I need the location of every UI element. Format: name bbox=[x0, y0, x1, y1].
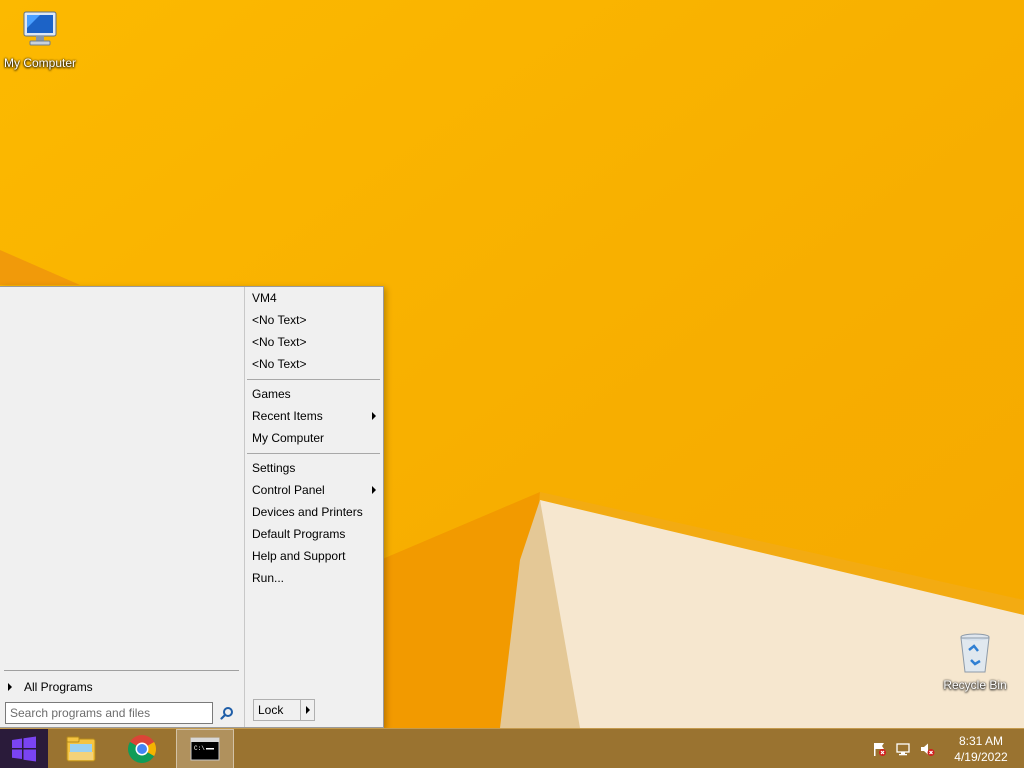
chrome-icon bbox=[128, 735, 156, 763]
search-input[interactable] bbox=[5, 702, 214, 724]
taskbar-clock[interactable]: 8:31 AM 4/19/2022 bbox=[946, 733, 1016, 765]
action-center-flag-icon bbox=[874, 743, 886, 756]
desktop-icon-label: My Computer bbox=[3, 56, 77, 70]
taskbar-command-prompt[interactable]: C:\ bbox=[176, 729, 234, 768]
menu-item-label: Settings bbox=[252, 461, 296, 475]
action-center-button[interactable] bbox=[870, 740, 888, 758]
clock-date: 4/19/2022 bbox=[954, 750, 1008, 764]
start-item-no-text-1[interactable]: <No Text> bbox=[247, 309, 380, 331]
command-prompt-icon: C:\ bbox=[190, 737, 220, 761]
menu-item-label: Control Panel bbox=[252, 483, 325, 497]
start-item-settings[interactable]: Settings bbox=[247, 457, 380, 479]
taskbar-chrome[interactable] bbox=[118, 729, 166, 768]
chevron-right-icon bbox=[8, 683, 12, 691]
divider bbox=[247, 453, 380, 454]
start-item-default-programs[interactable]: Default Programs bbox=[247, 523, 380, 545]
start-item-no-text-2[interactable]: <No Text> bbox=[247, 331, 380, 353]
volume-button[interactable] bbox=[918, 740, 936, 758]
volume-muted-icon bbox=[921, 743, 935, 756]
taskbar: C:\ 8:31 AM 4/19/2022 bbox=[0, 728, 1024, 768]
taskbar-file-explorer[interactable] bbox=[57, 729, 105, 768]
divider bbox=[4, 670, 239, 671]
all-programs-item[interactable]: All Programs bbox=[4, 676, 239, 698]
chevron-right-icon bbox=[305, 706, 310, 714]
lock-split-button: Lock bbox=[253, 699, 315, 721]
network-icon bbox=[896, 743, 910, 756]
submenu-arrow-icon bbox=[372, 412, 376, 420]
my-computer-icon bbox=[23, 11, 57, 46]
lock-button[interactable]: Lock bbox=[254, 700, 300, 720]
system-tray bbox=[870, 729, 936, 768]
network-button[interactable] bbox=[894, 740, 912, 758]
start-search bbox=[5, 702, 237, 724]
search-icon bbox=[220, 707, 234, 720]
menu-item-label: VM4 bbox=[252, 291, 277, 305]
start-icon bbox=[12, 736, 36, 762]
search-button[interactable] bbox=[217, 703, 237, 723]
start-item-control-panel[interactable]: Control Panel bbox=[247, 479, 380, 501]
start-menu-programs-pane: All Programs bbox=[0, 287, 244, 727]
recycle-bin-icon bbox=[960, 633, 990, 673]
menu-item-label: Devices and Printers bbox=[252, 505, 363, 519]
menu-item-label: Games bbox=[252, 387, 291, 401]
start-item-no-text-3[interactable]: <No Text> bbox=[247, 353, 380, 375]
menu-item-label: <No Text> bbox=[252, 335, 307, 349]
desktop-icon-my-computer[interactable]: My Computer bbox=[0, 6, 80, 70]
start-item-run[interactable]: Run... bbox=[247, 567, 380, 589]
start-item-help-and-support[interactable]: Help and Support bbox=[247, 545, 380, 567]
menu-item-label: My Computer bbox=[252, 431, 325, 445]
power-options-button[interactable] bbox=[300, 700, 314, 720]
menu-item-label: Recent Items bbox=[252, 409, 323, 423]
menu-item-label: <No Text> bbox=[252, 313, 307, 327]
menu-item-label: Run... bbox=[252, 571, 285, 585]
submenu-arrow-icon bbox=[372, 486, 376, 494]
svg-text:C:\: C:\ bbox=[194, 745, 205, 752]
menu-item-label: Help and Support bbox=[252, 549, 346, 563]
start-item-user-vm4[interactable]: VM4 bbox=[247, 287, 380, 309]
all-programs-label: All Programs bbox=[24, 680, 93, 694]
start-item-my-computer[interactable]: My Computer bbox=[247, 427, 380, 449]
start-button[interactable] bbox=[0, 729, 48, 768]
divider bbox=[247, 379, 380, 380]
start-item-devices-and-printers[interactable]: Devices and Printers bbox=[247, 501, 380, 523]
desktop-icon-recycle-bin[interactable]: Recycle Bin bbox=[935, 628, 1015, 692]
start-item-recent-items[interactable]: Recent Items bbox=[247, 405, 380, 427]
menu-item-label: <No Text> bbox=[252, 357, 307, 371]
start-menu-places-pane: VM4 <No Text> <No Text> <No Text> Games … bbox=[244, 287, 383, 727]
clock-time: 8:31 AM bbox=[958, 734, 1004, 748]
start-item-games[interactable]: Games bbox=[247, 383, 380, 405]
lock-label: Lock bbox=[258, 703, 284, 717]
menu-item-label: Default Programs bbox=[252, 527, 346, 541]
file-explorer-icon bbox=[66, 736, 96, 762]
desktop-icon-label: Recycle Bin bbox=[943, 678, 1007, 692]
start-menu: All Programs VM4 <No Text> <No Text> <No… bbox=[0, 286, 384, 728]
